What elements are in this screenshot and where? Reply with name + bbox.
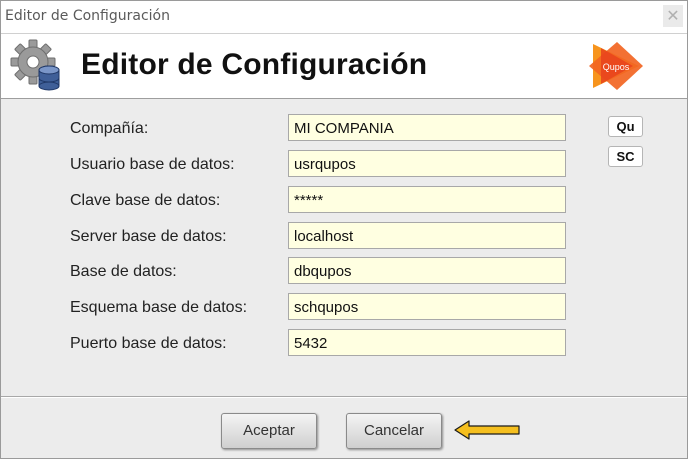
company-label: Compañía: — [70, 120, 149, 137]
cancel-button[interactable]: Cancelar — [346, 413, 442, 449]
db-server-label: Server base de datos: — [70, 228, 227, 245]
db-password-label: Clave base de datos: — [70, 192, 221, 209]
db-port-input[interactable]: 5432 — [288, 329, 566, 356]
db-server-input[interactable]: localhost — [288, 222, 566, 249]
title-bar: Editor de Configuración ✕ — [1, 1, 687, 33]
sc-button[interactable]: SC — [608, 146, 643, 167]
company-input[interactable]: MI COMPANIA — [288, 114, 566, 141]
db-port-label: Puerto base de datos: — [70, 335, 227, 352]
accept-button[interactable]: Aceptar — [221, 413, 317, 449]
config-form: Compañía: MI COMPANIA Usuario base de da… — [1, 100, 687, 396]
db-password-input[interactable]: ***** — [288, 186, 566, 213]
db-user-label: Usuario base de datos: — [70, 156, 235, 173]
field-row-db-schema: Esquema base de datos: schqupos — [1, 293, 687, 321]
field-row-company: Compañía: MI COMPANIA — [1, 114, 687, 142]
field-row-db-password: Clave base de datos: ***** — [1, 186, 687, 214]
header-banner: Editor de Configuración Qupos — [1, 33, 687, 99]
db-schema-label: Esquema base de datos: — [70, 299, 248, 316]
qupos-logo: Qupos — [589, 42, 643, 90]
db-name-input[interactable]: dbqupos — [288, 257, 566, 284]
close-icon[interactable]: ✕ — [663, 5, 683, 27]
field-row-db-port: Puerto base de datos: 5432 — [1, 329, 687, 357]
db-schema-input[interactable]: schqupos — [288, 293, 566, 320]
left-arrow-icon — [454, 420, 520, 440]
footer-divider-highlight — [1, 397, 687, 398]
gear-database-icon — [10, 39, 60, 91]
page-title: Editor de Configuración — [81, 48, 428, 81]
qu-button[interactable]: Qu — [608, 116, 643, 137]
field-row-db-user: Usuario base de datos: usrqupos — [1, 150, 687, 178]
config-editor-window: Editor de Configuración ✕ Editor de Conf… — [0, 0, 688, 459]
field-row-db-name: Base de datos: dbqupos — [1, 257, 687, 285]
field-row-db-server: Server base de datos: localhost — [1, 222, 687, 250]
db-name-label: Base de datos: — [70, 263, 177, 280]
db-user-input[interactable]: usrqupos — [288, 150, 566, 177]
svg-text:Qupos: Qupos — [603, 62, 630, 72]
window-title: Editor de Configuración — [5, 8, 170, 24]
